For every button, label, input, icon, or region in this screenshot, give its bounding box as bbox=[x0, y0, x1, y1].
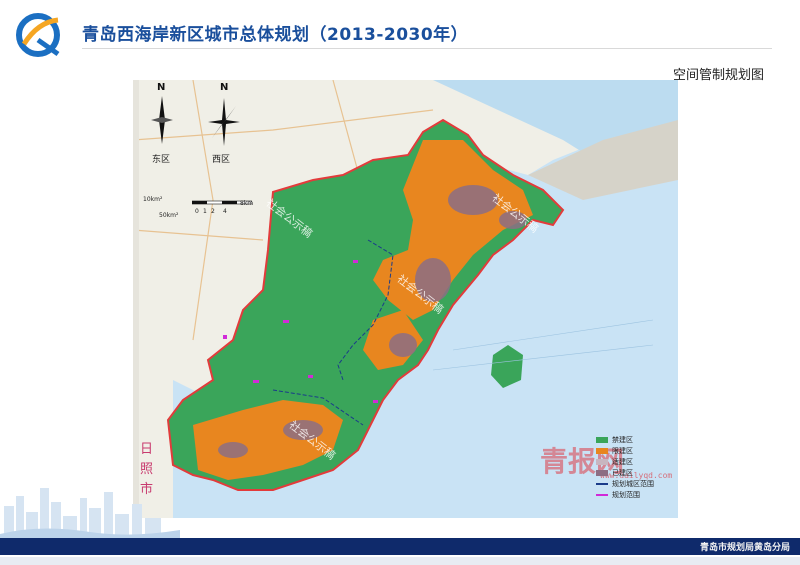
legend-item: 已建区 bbox=[596, 467, 674, 478]
legend-item: 禁建区 bbox=[596, 434, 674, 445]
legend-item: 适建区 bbox=[596, 456, 674, 467]
legend-label: 已建区 bbox=[612, 468, 633, 477]
legend-swatch bbox=[596, 458, 608, 465]
scale-area-1: 10km² bbox=[143, 196, 163, 203]
compass-label-west: 西区 bbox=[212, 155, 231, 165]
legend-label: 规划范围 bbox=[612, 490, 640, 499]
footer-bar bbox=[0, 538, 800, 555]
footer-strip bbox=[0, 557, 800, 565]
scale-tick: 1 bbox=[203, 208, 207, 215]
legend-label: 适建区 bbox=[612, 457, 633, 466]
legend-label: 规划城区范围 bbox=[612, 479, 654, 488]
footer-org: 青岛市规划局黄岛分局 bbox=[699, 543, 790, 553]
city-skyline-graphic bbox=[0, 488, 180, 540]
legend-item: 规划城区范围 bbox=[596, 478, 674, 489]
scale-area-2: 50km² bbox=[159, 212, 179, 219]
legend-line bbox=[596, 493, 608, 496]
scale-tick: 4 bbox=[223, 208, 227, 215]
legend-label: 禁建区 bbox=[612, 435, 633, 444]
scale-tick: 2 bbox=[211, 208, 215, 215]
north-label-left: N bbox=[157, 82, 166, 93]
scale-tick: 0 bbox=[195, 208, 199, 215]
legend-item: 规划范围 bbox=[596, 489, 674, 500]
scale-tick: 8km bbox=[240, 200, 254, 207]
title-divider bbox=[82, 48, 772, 49]
legend-line bbox=[596, 482, 608, 485]
legend-swatch bbox=[596, 447, 608, 454]
legend-swatch bbox=[596, 469, 608, 476]
legend-item: 限建区 bbox=[596, 445, 674, 456]
map-subtitle: 空间管制规划图 bbox=[672, 68, 764, 83]
page-title: 青岛西海岸新区城市总体规划（2013-2030年） bbox=[82, 25, 469, 45]
qingdao-logo bbox=[16, 13, 60, 57]
legend-swatch bbox=[596, 436, 608, 443]
map-legend: 禁建区 限建区 适建区 已建区 规划城区范围 规划范围 bbox=[596, 434, 674, 500]
compass-rose-icon bbox=[151, 96, 173, 144]
compass-label-east: 东区 bbox=[152, 155, 171, 165]
wind-rose-icon bbox=[208, 98, 240, 146]
legend-label: 限建区 bbox=[612, 446, 633, 455]
north-label-right: N bbox=[220, 82, 229, 93]
